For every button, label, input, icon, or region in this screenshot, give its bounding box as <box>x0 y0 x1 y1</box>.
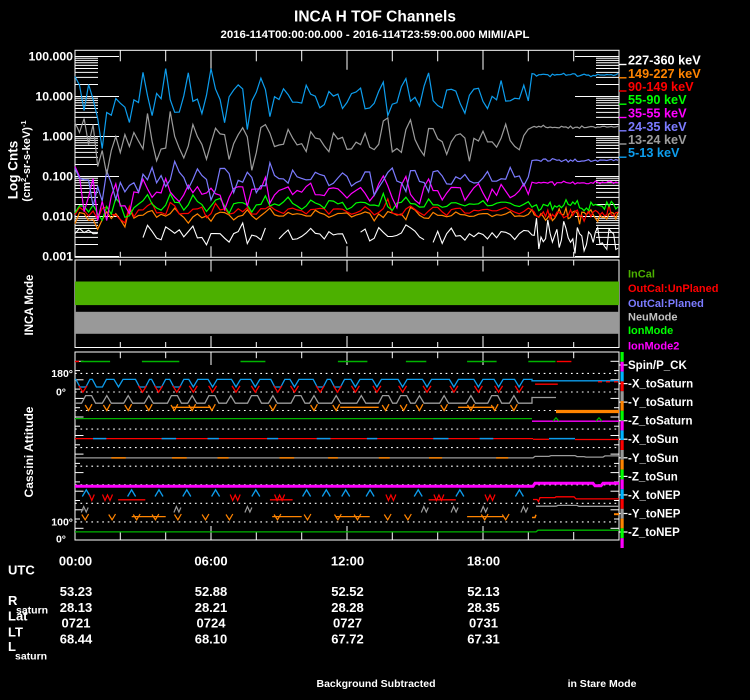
svg-text:LT: LT <box>8 625 23 640</box>
svg-text:-Z_toSaturn: -Z_toSaturn <box>628 416 693 428</box>
svg-text:53.23: 53.23 <box>60 584 93 599</box>
svg-text:saturn: saturn <box>15 651 47 663</box>
svg-text:180°: 180° <box>51 368 73 380</box>
svg-text:06:00: 06:00 <box>194 554 227 569</box>
svg-text:1.000: 1.000 <box>42 130 73 144</box>
svg-text:55-90 keV: 55-90 keV <box>628 93 687 107</box>
svg-text:24-35 keV: 24-35 keV <box>628 120 687 134</box>
svg-text:68.44: 68.44 <box>60 632 93 647</box>
svg-text:28.35: 28.35 <box>467 600 500 615</box>
svg-text:NeuMode: NeuMode <box>628 311 678 323</box>
svg-text:Lat: Lat <box>8 609 28 624</box>
svg-text:68.10: 68.10 <box>195 632 228 647</box>
svg-text:00:00: 00:00 <box>59 554 92 569</box>
svg-text:Log Cnts: Log Cnts <box>6 141 21 200</box>
svg-text:0.010: 0.010 <box>42 210 73 224</box>
svg-text:(cm2-sr-s-keV)-1: (cm2-sr-s-keV)-1 <box>19 120 33 201</box>
svg-text:35-55 keV: 35-55 keV <box>628 107 687 121</box>
svg-text:13-24 keV: 13-24 keV <box>628 133 687 147</box>
svg-text:2016-114T00:00:00.000 - 2016-1: 2016-114T00:00:00.000 - 2016-114T23:59:0… <box>220 29 529 41</box>
svg-text:-Y_toSaturn: -Y_toSaturn <box>628 397 693 409</box>
svg-text:-Y_toNEP: -Y_toNEP <box>628 509 681 521</box>
svg-text:149-227 keV: 149-227 keV <box>628 67 701 81</box>
svg-text:28.21: 28.21 <box>195 600 228 615</box>
svg-text:0724: 0724 <box>197 616 227 631</box>
svg-text:Background Subtracted: Background Subtracted <box>316 678 435 690</box>
svg-text:100.000: 100.000 <box>29 50 74 64</box>
svg-text:227-360 keV: 227-360 keV <box>628 54 701 68</box>
svg-text:52.13: 52.13 <box>467 584 500 599</box>
svg-text:-Y_toSun: -Y_toSun <box>628 453 678 465</box>
svg-text:InCal: InCal <box>628 269 655 281</box>
svg-text:IonMode2: IonMode2 <box>628 341 679 353</box>
svg-text:-X_toSaturn: -X_toSaturn <box>628 379 693 391</box>
svg-text:67.72: 67.72 <box>331 632 364 647</box>
svg-text:12:00: 12:00 <box>331 554 364 569</box>
svg-text:0°: 0° <box>56 387 66 399</box>
svg-text:IonMode: IonMode <box>628 325 673 337</box>
svg-text:INCA H TOF Channels: INCA H TOF Channels <box>294 9 456 26</box>
svg-text:0.001: 0.001 <box>42 250 73 264</box>
svg-text:0721: 0721 <box>62 616 91 631</box>
svg-text:-X_toNEP: -X_toNEP <box>628 490 681 502</box>
svg-text:28.28: 28.28 <box>331 600 364 615</box>
svg-text:52.52: 52.52 <box>331 584 364 599</box>
svg-text:in Stare Mode: in Stare Mode <box>568 678 637 690</box>
svg-text:-Z_toNEP: -Z_toNEP <box>628 527 680 539</box>
svg-text:18:00: 18:00 <box>467 554 500 569</box>
svg-text:Cassini Attitude: Cassini Attitude <box>22 406 36 497</box>
svg-text:Spin/P_CK: Spin/P_CK <box>628 360 687 372</box>
svg-text:-Z_toSun: -Z_toSun <box>628 471 678 483</box>
svg-text:0731: 0731 <box>469 616 498 631</box>
svg-text:0°: 0° <box>56 533 66 545</box>
svg-text:100°: 100° <box>51 516 73 528</box>
svg-text:0.100: 0.100 <box>42 170 73 184</box>
svg-text:OutCal:Planed: OutCal:Planed <box>628 298 704 310</box>
svg-text:5-13 keV: 5-13 keV <box>628 146 680 160</box>
svg-text:28.13: 28.13 <box>60 600 93 615</box>
svg-text:67.31: 67.31 <box>467 632 500 647</box>
svg-text:90-149 keV: 90-149 keV <box>628 80 694 94</box>
svg-text:OutCal:UnPlaned: OutCal:UnPlaned <box>628 283 718 295</box>
svg-text:0727: 0727 <box>333 616 362 631</box>
svg-text:10.000: 10.000 <box>35 90 73 104</box>
svg-text:INCA Mode: INCA Mode <box>24 275 36 336</box>
svg-text:52.88: 52.88 <box>195 584 228 599</box>
svg-text:-X_toSun: -X_toSun <box>628 434 678 446</box>
svg-text:UTC: UTC <box>8 563 35 578</box>
